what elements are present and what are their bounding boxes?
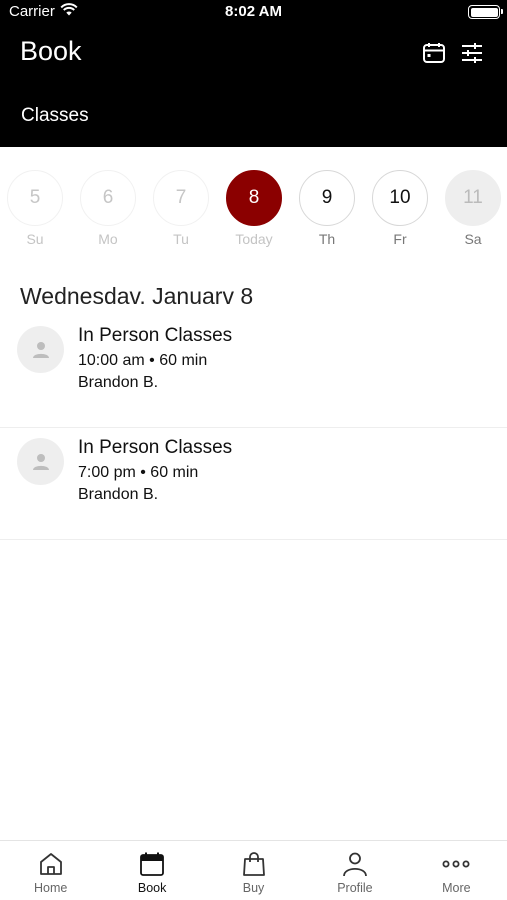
- tab-more[interactable]: More: [406, 841, 507, 900]
- battery-icon: [468, 5, 503, 19]
- shopping-bag-icon: [240, 850, 268, 878]
- tab-book[interactable]: Book: [101, 841, 202, 900]
- tab-label: Buy: [242, 881, 265, 895]
- tab-bar: Home Book Buy Profile More: [0, 840, 507, 900]
- tab-label: Home: [34, 881, 68, 895]
- day-label: Tu: [173, 231, 189, 247]
- class-name: In Person Classes: [78, 437, 233, 458]
- day-number: 10: [372, 170, 428, 226]
- day-label: Mo: [98, 231, 118, 247]
- day-label: Fr: [393, 231, 407, 247]
- home-icon: [37, 850, 65, 878]
- day-number: 9: [299, 170, 355, 226]
- day-number: 8: [226, 170, 282, 226]
- instructor-avatar-icon: [17, 438, 64, 485]
- date-heading: Wednesdav. Januarv 8: [20, 283, 254, 309]
- header: Book Classes: [0, 24, 507, 147]
- day-su[interactable]: 5 Su: [7, 170, 63, 247]
- day-today[interactable]: 8 Today: [226, 170, 282, 247]
- day-label: Th: [318, 231, 336, 247]
- class-time: 10:00 am • 60 min: [78, 352, 208, 369]
- page-title: Book: [20, 36, 82, 66]
- tab-label: Profile: [337, 881, 373, 895]
- class-name: In Person Classes: [78, 325, 233, 346]
- class-list-item[interactable]: In Person Classes 7:00 pm • 60 min Brand…: [0, 428, 507, 540]
- day-number: 6: [80, 170, 136, 226]
- tab-profile[interactable]: Profile: [304, 841, 405, 900]
- class-list-item[interactable]: In Person Classes 10:00 am • 60 min Bran…: [0, 316, 507, 428]
- tab-label: Book: [137, 881, 167, 895]
- day-selector: 5 Su 6 Mo 7 Tu 8 Today 9 Th 10 Fr 11 Sa: [0, 170, 507, 250]
- class-instructor: Brandon B.: [78, 486, 159, 503]
- day-label: Today: [235, 231, 273, 247]
- instructor-avatar-icon: [17, 326, 64, 373]
- calendar-icon[interactable]: [421, 40, 447, 66]
- tab-label: More: [442, 881, 471, 895]
- day-tu[interactable]: 7 Tu: [153, 170, 209, 247]
- class-time: 7:00 pm • 60 min: [78, 464, 199, 481]
- class-instructor: Brandon B.: [78, 374, 159, 391]
- more-dots-icon: [442, 850, 470, 878]
- section-subtitle: Classes: [21, 105, 89, 126]
- day-label: Su: [26, 231, 44, 247]
- status-bar: Carrier 8:02 AM: [0, 0, 507, 24]
- day-sa[interactable]: 11 Sa: [445, 170, 501, 247]
- status-time: 8:02 AM: [225, 3, 282, 20]
- tab-home[interactable]: Home: [0, 841, 101, 900]
- header-actions: [421, 40, 485, 66]
- day-number: 7: [153, 170, 209, 226]
- day-label: Sa: [464, 231, 482, 247]
- tab-buy[interactable]: Buy: [203, 841, 304, 900]
- calendar-filled-icon: [138, 850, 166, 878]
- day-number: 5: [7, 170, 63, 226]
- day-th[interactable]: 9 Th: [299, 170, 355, 247]
- day-mo[interactable]: 6 Mo: [80, 170, 136, 247]
- sliders-icon[interactable]: [459, 40, 485, 66]
- day-number: 11: [445, 170, 501, 226]
- person-icon: [341, 850, 369, 878]
- day-fr[interactable]: 10 Fr: [372, 170, 428, 247]
